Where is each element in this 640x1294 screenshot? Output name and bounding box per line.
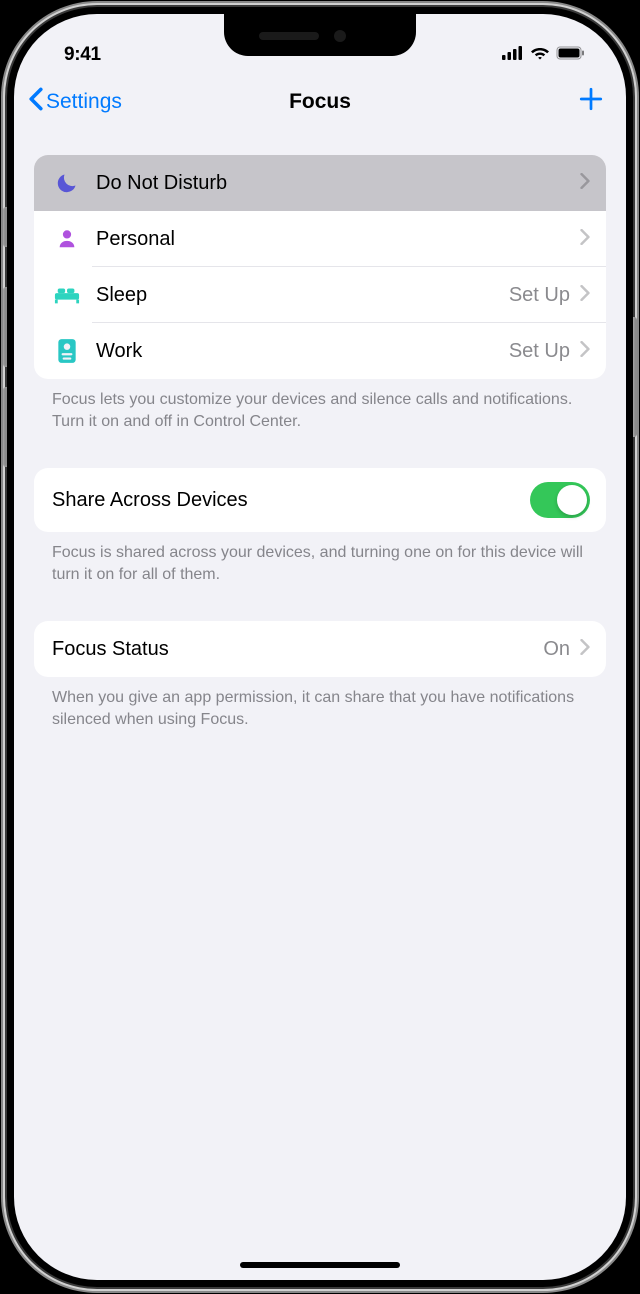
focus-modes-footer: Focus lets you customize your devices an… [34, 379, 606, 432]
cellular-icon [502, 46, 524, 65]
chevron-left-icon [28, 87, 44, 117]
notch [224, 14, 416, 56]
share-across-devices-label: Share Across Devices [52, 489, 530, 512]
chevron-right-icon [580, 341, 590, 362]
focus-mode-row[interactable]: WorkSet Up [34, 323, 606, 379]
page-title: Focus [289, 90, 351, 114]
plus-icon [578, 99, 604, 116]
focus-status-footer: When you give an app permission, it can … [34, 677, 606, 730]
back-button[interactable]: Settings [28, 87, 122, 117]
focus-status-label: Focus Status [52, 638, 543, 661]
share-across-devices-row[interactable]: Share Across Devices [34, 468, 606, 532]
home-indicator[interactable] [240, 1262, 400, 1268]
focus-status-value: On [543, 638, 570, 661]
status-icons [502, 46, 586, 65]
focus-mode-row[interactable]: Personal [34, 211, 606, 267]
focus-modes-list: Do Not DisturbPersonalSleepSet UpWorkSet… [34, 155, 606, 379]
focus-status-row[interactable]: Focus Status On [34, 621, 606, 677]
share-across-devices-toggle[interactable] [530, 482, 590, 518]
focus-mode-label: Sleep [96, 284, 509, 307]
focus-mode-detail: Set Up [509, 284, 570, 307]
moon-icon [52, 171, 82, 195]
focus-mode-row[interactable]: SleepSet Up [34, 267, 606, 323]
focus-mode-label: Work [96, 340, 509, 363]
focus-mode-label: Personal [96, 228, 580, 251]
navigation-bar: Settings Focus [14, 74, 626, 131]
chevron-right-icon [580, 173, 590, 194]
wifi-icon [530, 46, 550, 65]
focus-status-group: Focus Status On [34, 621, 606, 677]
share-devices-group: Share Across Devices [34, 468, 606, 532]
person-icon [52, 228, 82, 250]
focus-mode-label: Do Not Disturb [96, 172, 580, 195]
share-devices-footer: Focus is shared across your devices, and… [34, 532, 606, 585]
focus-mode-detail: Set Up [509, 340, 570, 363]
chevron-right-icon [580, 285, 590, 306]
badge-icon [52, 338, 82, 364]
chevron-right-icon [580, 639, 590, 660]
bed-icon [52, 285, 82, 305]
chevron-right-icon [580, 229, 590, 250]
add-button[interactable] [578, 86, 604, 117]
focus-mode-row[interactable]: Do Not Disturb [34, 155, 606, 211]
status-time: 9:41 [64, 44, 101, 66]
back-label: Settings [46, 90, 122, 114]
battery-icon [556, 46, 586, 65]
